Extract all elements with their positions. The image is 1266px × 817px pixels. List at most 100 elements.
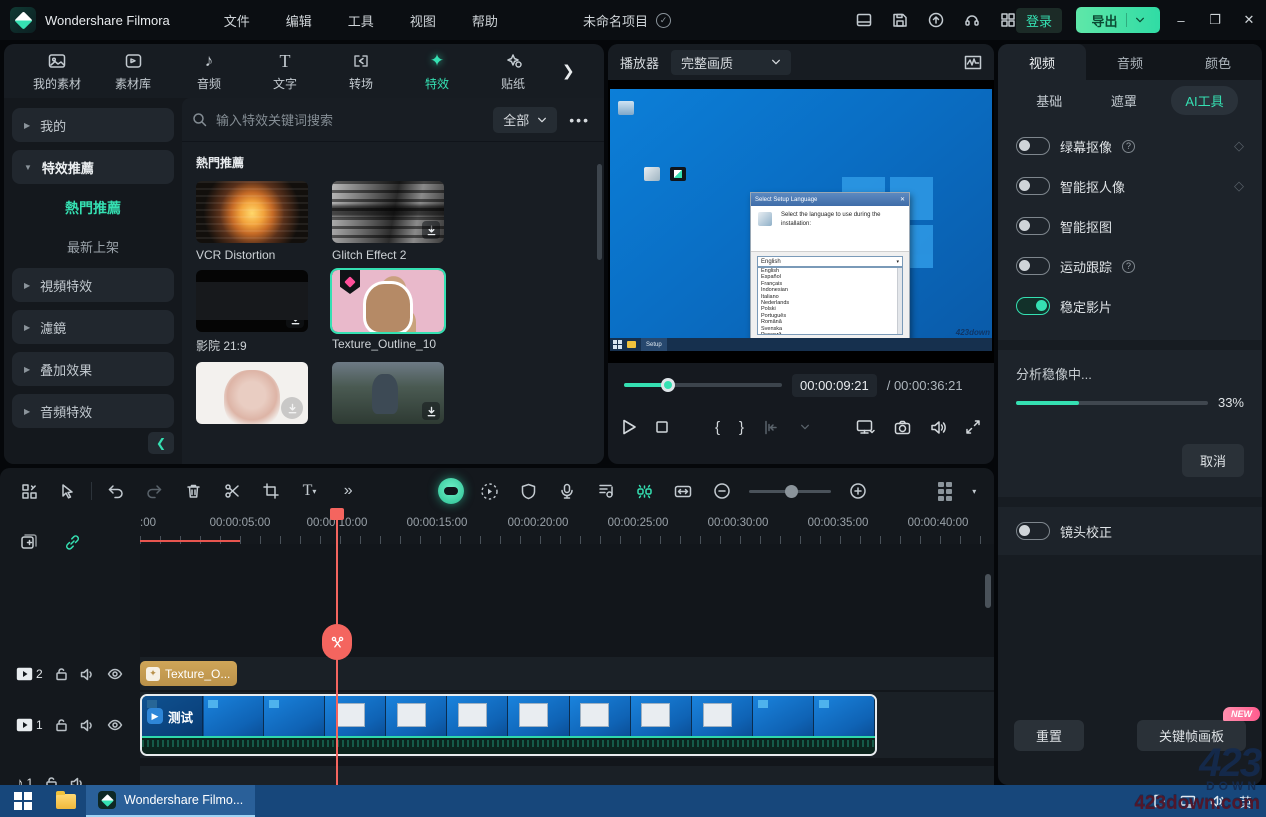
record-voiceover-button[interactable] <box>548 476 587 506</box>
clip-texture-overlay[interactable]: ✦ Texture_O... <box>140 661 237 686</box>
file-explorer-button[interactable] <box>46 785 86 817</box>
tab-stickers[interactable]: 贴纸 <box>478 50 548 92</box>
audio-mixer-button[interactable] <box>586 476 625 506</box>
download-icon[interactable] <box>286 310 304 328</box>
portrait-cutout-toggle[interactable] <box>1016 177 1050 195</box>
sidebar-item-overlays[interactable]: ▶ 叠加效果 <box>12 352 174 386</box>
lock-icon[interactable] <box>55 667 68 681</box>
timeline-zoom-slider[interactable] <box>749 490 830 493</box>
subtab-mask[interactable]: 遮罩 <box>1097 86 1151 115</box>
effect-thumbnail[interactable] <box>196 270 308 332</box>
zoom-slider-knob[interactable] <box>785 485 798 498</box>
mark-out-button[interactable]: } <box>739 419 744 436</box>
play-button[interactable] <box>622 419 636 435</box>
tab-color[interactable]: 颜色 <box>1174 44 1262 80</box>
ime-indicator[interactable]: 英 <box>1239 792 1252 811</box>
effect-card-landscape[interactable] <box>332 362 444 424</box>
mute-icon[interactable] <box>80 719 95 732</box>
smart-cutout-toggle[interactable] <box>1016 217 1050 235</box>
tab-audio[interactable]: ♪ 音频 <box>174 50 244 92</box>
publish-icon[interactable] <box>928 12 944 28</box>
eye-icon[interactable] <box>107 668 123 680</box>
crop-button[interactable] <box>251 476 290 506</box>
select-tool-icon[interactable] <box>49 476 88 506</box>
login-button[interactable]: 登录 <box>1016 8 1062 33</box>
trim-button[interactable] <box>763 420 781 435</box>
playhead-marker[interactable] <box>330 508 344 520</box>
more-tools-button[interactable]: » <box>329 476 368 506</box>
sidebar-collapse-button[interactable]: ❮ <box>148 432 174 454</box>
sidebar-item-mine[interactable]: ▶ 我的 <box>12 108 174 142</box>
fit-timeline-button[interactable] <box>664 476 703 506</box>
menu-help[interactable]: 帮助 <box>458 6 512 35</box>
minimize-button[interactable]: – <box>1164 0 1198 40</box>
help-icon[interactable]: ? <box>1122 140 1135 153</box>
scopes-icon[interactable] <box>964 55 982 70</box>
download-icon[interactable] <box>422 221 440 239</box>
restore-button[interactable]: ❐ <box>1198 0 1232 40</box>
tab-effects[interactable]: ✦ 特效 <box>402 50 472 92</box>
split-scissors-button[interactable] <box>213 476 252 506</box>
effect-card-texture-outline[interactable]: Texture_Outline_10 <box>332 270 444 354</box>
effects-filter-dropdown[interactable]: 全部 <box>493 107 557 133</box>
reset-button[interactable]: 重置 <box>1014 720 1084 751</box>
snapshot-camera-button[interactable] <box>894 420 911 435</box>
effects-more-button[interactable]: ••• <box>565 112 594 128</box>
effect-thumbnail[interactable] <box>196 362 308 424</box>
effect-thumbnail[interactable] <box>332 181 444 243</box>
download-icon[interactable] <box>422 402 440 420</box>
tab-transitions[interactable]: 转场 <box>326 50 396 92</box>
tab-text[interactable]: T 文字 <box>250 50 320 92</box>
fullscreen-button[interactable] <box>966 420 980 434</box>
stabilization-toggle[interactable] <box>1016 297 1050 315</box>
shield-button[interactable] <box>509 476 548 506</box>
taskbar-filmora-button[interactable]: Wondershare Filmo... <box>86 785 255 817</box>
seek-bar[interactable] <box>624 383 782 387</box>
support-headset-icon[interactable] <box>964 12 980 28</box>
media-layout-icon[interactable] <box>10 476 49 506</box>
timeline-vscrollbar[interactable] <box>985 574 991 608</box>
sidebar-item-newest[interactable]: 最新上架 <box>12 230 174 262</box>
keyframe-diamond-icon[interactable]: ◇ <box>1234 178 1244 194</box>
tab-video[interactable]: 视频 <box>998 44 1086 80</box>
mute-icon[interactable] <box>70 777 85 786</box>
sidebar-item-video-effects[interactable]: ▶ 視頻特效 <box>12 268 174 302</box>
help-icon[interactable]: ? <box>1122 260 1135 273</box>
volume-button[interactable] <box>930 420 947 435</box>
mute-icon[interactable] <box>80 668 95 681</box>
tab-audio-props[interactable]: 音频 <box>1086 44 1174 80</box>
trim-chevron-icon[interactable] <box>800 422 810 432</box>
export-button[interactable]: 导出 <box>1076 7 1160 33</box>
quality-dropdown[interactable]: 完整画质 <box>671 50 791 75</box>
subtab-ai-tools[interactable]: AI工具 <box>1171 86 1237 115</box>
sidebar-item-audio-effects[interactable]: ▶ 音頻特效 <box>12 394 174 428</box>
track-height-caret[interactable]: ▾ <box>965 476 984 506</box>
sidebar-item-recommended[interactable]: ▼ 特效推薦 <box>12 150 174 184</box>
undo-button[interactable] <box>96 476 135 506</box>
motion-tracking-toggle[interactable] <box>1016 257 1050 275</box>
sidebar-item-hot[interactable]: 熱門推薦 <box>12 192 174 224</box>
effect-card-glitch[interactable]: Glitch Effect 2 <box>332 181 444 262</box>
menu-file[interactable]: 文件 <box>210 6 264 35</box>
seek-knob[interactable] <box>661 378 675 392</box>
eye-icon[interactable] <box>107 719 123 731</box>
sidebar-item-filters[interactable]: ▶ 濾鏡 <box>12 310 174 344</box>
timeline-ruler[interactable]: :00:00 00:00:05:00 00:00:10:00 00:00:15:… <box>140 514 994 544</box>
effect-thumbnail[interactable] <box>196 181 308 243</box>
lock-icon[interactable] <box>45 776 58 785</box>
clip-test-video[interactable]: ▶ 测试 <box>140 694 877 756</box>
menu-edit[interactable]: 编辑 <box>272 6 326 35</box>
zoom-out-button[interactable] <box>703 476 742 506</box>
close-button[interactable]: ✕ <box>1232 0 1266 40</box>
effect-thumbnail-selected[interactable] <box>332 270 444 332</box>
layout-panel-icon[interactable] <box>856 12 872 28</box>
lock-icon[interactable] <box>55 718 68 732</box>
keyframe-panel-button[interactable]: 关键帧画板 NEW <box>1137 720 1246 751</box>
menu-tools[interactable]: 工具 <box>334 6 388 35</box>
zoom-in-button[interactable] <box>839 476 878 506</box>
link-clips-icon[interactable] <box>64 534 81 551</box>
keyframe-diamond-icon[interactable]: ◇ <box>1234 138 1244 154</box>
media-tabs-expand-chevron[interactable]: ❯ <box>562 62 575 80</box>
smart-split-button[interactable] <box>625 476 664 506</box>
menu-view[interactable]: 视图 <box>396 6 450 35</box>
